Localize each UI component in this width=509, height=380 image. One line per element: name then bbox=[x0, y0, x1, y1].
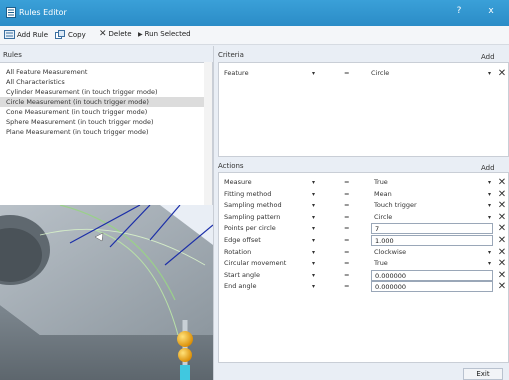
actions-header: Actions bbox=[218, 162, 244, 170]
add-rule-icon bbox=[4, 30, 15, 39]
rule-label: Plane Measurement (in touch trigger mode… bbox=[6, 128, 149, 136]
actions-add-link[interactable]: Add bbox=[481, 164, 495, 172]
title-bar: Rules Editor ? x bbox=[0, 0, 509, 26]
rule-item[interactable]: All Characteristics bbox=[0, 77, 212, 87]
action-row: End angle ▾ = 0.000000 ✕ bbox=[219, 280, 508, 293]
run-selected-label: Run Selected bbox=[144, 30, 191, 38]
criteria-operator[interactable]: = bbox=[344, 67, 349, 80]
criteria-field-dropdown-arrow[interactable]: ▾ bbox=[312, 67, 315, 80]
splitter[interactable] bbox=[213, 46, 214, 380]
exit-button[interactable]: Exit bbox=[463, 368, 503, 380]
cad-viewport[interactable] bbox=[0, 205, 213, 380]
rule-item[interactable]: Cylinder Measurement (in touch trigger m… bbox=[0, 87, 212, 97]
rules-editor-icon bbox=[6, 7, 16, 18]
rule-item[interactable]: Sphere Measurement (in touch trigger mod… bbox=[0, 117, 212, 127]
action-value-input[interactable]: 0.000000 bbox=[371, 269, 493, 281]
add-rule-button[interactable]: Add Rule bbox=[4, 30, 48, 39]
actions-panel: Measure ▾ = True ▾ ✕ Fitting method ▾ = Mean ▾ ✕ Sam… bbox=[218, 172, 509, 363]
criteria-field-name[interactable]: Feature bbox=[224, 67, 249, 80]
run-icon: ▶ bbox=[138, 30, 143, 38]
action-value-input[interactable]: 7 bbox=[371, 223, 493, 235]
rule-label: Circle Measurement (in touch trigger mod… bbox=[6, 98, 149, 106]
copy-button[interactable]: Copy bbox=[55, 30, 86, 39]
run-selected-button[interactable]: ▶ Run Selected bbox=[138, 30, 191, 38]
action-name-dropdown-arrow[interactable]: ▾ bbox=[312, 280, 315, 293]
cad-scene bbox=[0, 205, 213, 380]
delete-label: Delete bbox=[108, 30, 132, 38]
rule-label: Cylinder Measurement (in touch trigger m… bbox=[6, 88, 158, 96]
rules-scrollbar[interactable] bbox=[204, 62, 212, 205]
criteria-row: Feature ▾ = Circle ▾ ✕ bbox=[219, 67, 508, 80]
criteria-remove-icon[interactable]: ✕ bbox=[497, 67, 507, 80]
copy-icon bbox=[55, 30, 65, 39]
action-operator[interactable]: = bbox=[344, 280, 349, 293]
criteria-add-link[interactable]: Add bbox=[481, 53, 495, 61]
toolbar: Add Rule Copy ✕ Delete ▶ Run Selected bbox=[0, 26, 509, 45]
add-rule-label: Add Rule bbox=[17, 30, 49, 39]
criteria-header: Criteria bbox=[218, 51, 244, 59]
action-value-input[interactable]: 1.000 bbox=[371, 235, 493, 246]
rule-label: All Feature Measurement bbox=[6, 68, 88, 76]
rule-item-selected[interactable]: Circle Measurement (in touch trigger mod… bbox=[0, 97, 212, 107]
rule-item[interactable]: Cone Measurement (in touch trigger mode) bbox=[0, 107, 212, 117]
action-remove-icon[interactable]: ✕ bbox=[497, 280, 507, 293]
rule-item[interactable]: All Feature Measurement bbox=[0, 67, 212, 77]
action-name[interactable]: End angle bbox=[224, 280, 256, 293]
criteria-value-dropdown-arrow[interactable]: ▾ bbox=[488, 67, 491, 80]
rule-item[interactable]: Plane Measurement (in touch trigger mode… bbox=[0, 127, 212, 137]
criteria-value[interactable]: Circle bbox=[371, 67, 389, 80]
window-title: Rules Editor bbox=[19, 8, 67, 17]
close-button[interactable]: x bbox=[484, 6, 498, 16]
delete-button[interactable]: ✕ Delete bbox=[99, 29, 132, 39]
rule-label: Sphere Measurement (in touch trigger mod… bbox=[6, 118, 154, 126]
rule-label: All Characteristics bbox=[6, 78, 65, 86]
action-value-input[interactable]: 0.000000 bbox=[371, 281, 493, 293]
delete-icon: ✕ bbox=[99, 29, 107, 39]
rule-label: Cone Measurement (in touch trigger mode) bbox=[6, 108, 148, 116]
rules-header: Rules bbox=[3, 51, 22, 59]
help-button[interactable]: ? bbox=[452, 6, 466, 16]
copy-label: Copy bbox=[68, 30, 86, 39]
criteria-panel: Feature ▾ = Circle ▾ ✕ bbox=[218, 62, 509, 157]
